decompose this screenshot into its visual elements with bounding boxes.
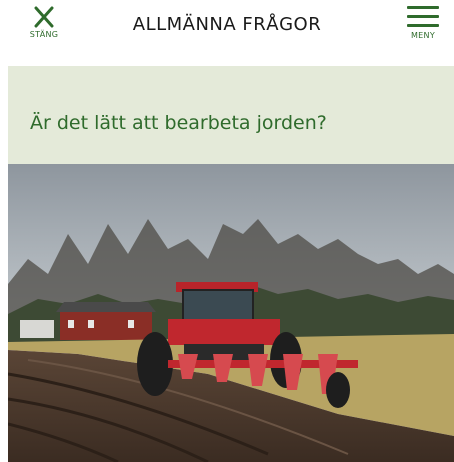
question-panel: Är det lätt att bearbeta jorden? (8, 66, 454, 164)
menu-label: MENY (410, 31, 436, 40)
page-title: ALLMÄNNA FRÅGOR (132, 14, 322, 35)
tractor-photo (8, 164, 454, 462)
menu-button[interactable]: MENY (398, 6, 448, 46)
top-bar: STÄNG ALLMÄNNA FRÅGOR MENY (0, 0, 454, 66)
hamburger-icon (407, 6, 439, 27)
question-heading: Är det lätt att bearbeta jorden? (30, 112, 327, 134)
